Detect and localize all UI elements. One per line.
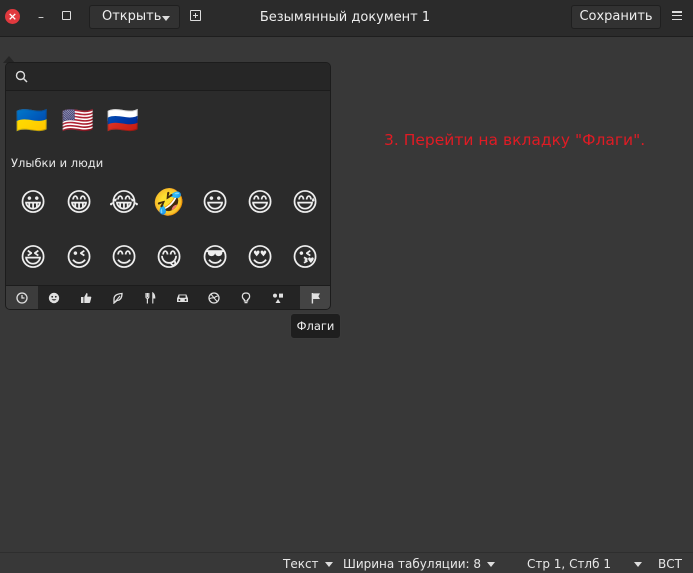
- emoji-item[interactable]: 😂: [104, 183, 144, 223]
- insert-mode-indicator[interactable]: ВСТ: [658, 557, 682, 571]
- emoji-chooser: 🇺🇦 🇺🇸 🇷🇺 Улыбки и люди 😀 😁 😂 🤣 😃 😄 😅 😆 😉…: [5, 62, 331, 310]
- minimize-window-button[interactable]: –: [34, 9, 48, 25]
- tab-nature[interactable]: [102, 286, 134, 309]
- chevron-down-icon: [324, 562, 333, 567]
- recent-emoji-row: 🇺🇦 🇺🇸 🇷🇺: [6, 99, 330, 149]
- emoji-item[interactable]: 😊: [104, 238, 144, 278]
- tab-width-selector[interactable]: Ширина табуляции: 8: [343, 557, 496, 571]
- smiley-icon: [48, 292, 60, 304]
- tab-flags[interactable]: [300, 286, 330, 309]
- close-window-button[interactable]: ×: [5, 9, 20, 24]
- menu-icon[interactable]: [672, 11, 682, 21]
- emoji-item[interactable]: 😘: [285, 238, 325, 278]
- instruction-annotation: 3. Перейти на вкладку "Флаги".: [384, 131, 646, 149]
- emoji-item[interactable]: 😄: [240, 183, 280, 223]
- tab-recent[interactable]: [6, 286, 38, 309]
- emoji-flag-russia[interactable]: 🇷🇺: [103, 101, 143, 141]
- emoji-flag-usa[interactable]: 🇺🇸: [58, 101, 98, 141]
- open-button[interactable]: Открыть: [89, 5, 180, 29]
- flags-tooltip: Флаги: [290, 313, 341, 339]
- emoji-item[interactable]: 😎: [195, 238, 235, 278]
- tab-travel[interactable]: [166, 286, 198, 309]
- nature-icon: [113, 292, 123, 304]
- syntax-label: Текст: [283, 557, 319, 571]
- recent-icon: [16, 292, 28, 304]
- emoji-item[interactable]: 😅: [285, 183, 325, 223]
- emoji-item[interactable]: 😍: [240, 238, 280, 278]
- chevron-down-icon: [162, 16, 170, 21]
- cursor-position-label: Стр 1, Стлб 1: [527, 557, 611, 571]
- tab-width-label: Ширина табуляции: 8: [343, 557, 482, 571]
- lightbulb-icon: [241, 292, 251, 304]
- chevron-down-icon: [487, 562, 496, 567]
- tab-activities[interactable]: [198, 286, 230, 309]
- emoji-flag-ukraine[interactable]: 🇺🇦: [12, 101, 52, 141]
- emoji-item[interactable]: 😆: [13, 238, 53, 278]
- tab-symbols[interactable]: [262, 286, 294, 309]
- tab-food[interactable]: [134, 286, 166, 309]
- syntax-selector[interactable]: Текст: [283, 557, 333, 571]
- emoji-search-bar: [6, 63, 330, 91]
- emoji-item[interactable]: 😋: [149, 238, 189, 278]
- header-bar: × – Открыть Безымянный документ 1 Сохран…: [0, 0, 693, 37]
- emoji-item[interactable]: 😃: [195, 183, 235, 223]
- emoji-item[interactable]: 😁: [59, 183, 99, 223]
- emoji-item[interactable]: 😀: [13, 183, 53, 223]
- tab-people[interactable]: [70, 286, 102, 309]
- emoji-item[interactable]: 🤣: [149, 183, 189, 223]
- food-icon: [145, 292, 156, 304]
- document-title: Безымянный документ 1: [259, 10, 431, 25]
- car-icon: [177, 294, 188, 302]
- symbols-icon: [273, 293, 283, 303]
- emoji-category-bar: [6, 285, 330, 309]
- close-icon: ×: [7, 10, 18, 23]
- flag-icon: [311, 293, 320, 304]
- status-bar: Текст Ширина табуляции: 8 Стр 1, Стлб 1 …: [0, 552, 693, 573]
- tab-smileys[interactable]: [38, 286, 70, 309]
- open-button-label: Открыть: [102, 9, 162, 24]
- section-title-smileys: Улыбки и люди: [11, 156, 104, 170]
- activity-icon: [208, 292, 220, 304]
- minimize-icon: –: [38, 10, 44, 24]
- cursor-position-selector[interactable]: Стр 1, Стлб 1: [527, 557, 642, 571]
- save-button[interactable]: Сохранить: [571, 5, 661, 29]
- emoji-search-input[interactable]: [34, 67, 328, 89]
- thumbs-up-icon: [81, 293, 92, 303]
- maximize-window-button[interactable]: [62, 11, 71, 20]
- emoji-item[interactable]: 😉: [59, 238, 99, 278]
- chevron-down-icon: [633, 562, 642, 567]
- tab-objects[interactable]: [230, 286, 262, 309]
- search-icon: [15, 70, 28, 83]
